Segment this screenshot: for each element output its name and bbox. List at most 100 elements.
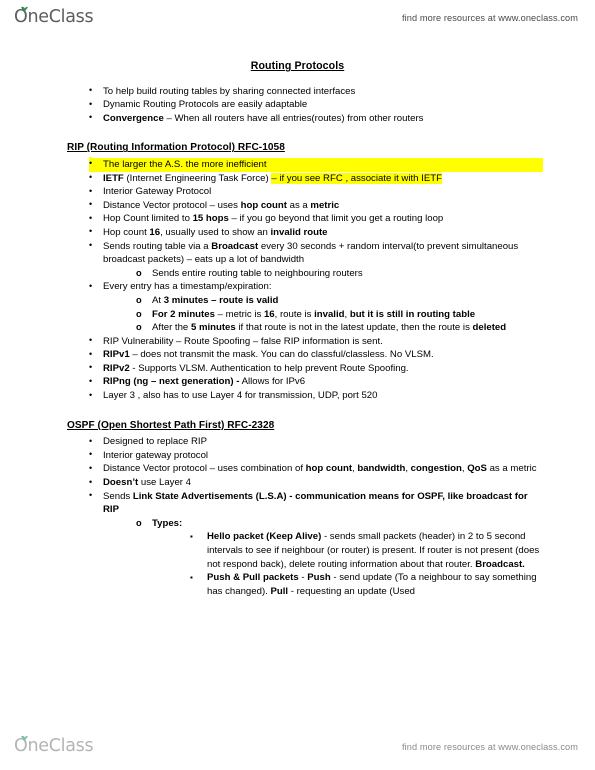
bullet-text: Distance Vector protocol – uses (103, 199, 241, 211)
page-footer: OneClass find more resources at www.onec… (0, 724, 595, 770)
bullet-term: 5 minutes (190, 322, 236, 334)
bullet-text: Every entry has a timestamp/expiration: (103, 281, 272, 293)
bullet-text: Sends entire routing table to neighbouri… (152, 267, 363, 279)
bullet-term: Types: (152, 517, 183, 529)
bullet-term: Broadcast (211, 240, 259, 252)
bullet-text: - (298, 572, 308, 584)
list-item: For 2 minutes – metric is 16, route is i… (136, 308, 543, 322)
bullet-text: – metric is (214, 308, 264, 320)
list-item: Hop count 16, usually used to show an in… (89, 225, 543, 240)
bullet-term: Broadcast. (475, 558, 525, 570)
bullet-text: - requesting an update (Used (288, 585, 416, 597)
list-item: Interior Gateway Protocol (89, 185, 543, 199)
bullet-text: The larger the A.S. the more inefficient (103, 158, 267, 170)
list-item: Hello packet (Keep Alive) - sends small … (190, 530, 542, 571)
list-item: RIPng (ng – next generation) - Allows fo… (89, 375, 543, 389)
bullet-term: hop count (305, 463, 353, 475)
list-item: Layer 3 , also has to use Layer 4 for tr… (89, 389, 543, 403)
ospf-bullet-list: Designed to replace RIP Interior gateway… (0, 435, 595, 598)
bullet-text: Hop Count limited to (103, 213, 193, 225)
bullet-term: Convergence (103, 112, 164, 124)
document-body: Routing Protocols To help build routing … (0, 60, 595, 598)
bullet-term: 3 minutes – route is valid (163, 294, 279, 306)
intro-bullet-list: To help build routing tables by sharing … (0, 84, 595, 126)
list-item: Convergence – When all routers have all … (89, 111, 543, 126)
list-item: RIPv2 - Supports VLSM. Authentication to… (89, 361, 543, 376)
bullet-term: RIPng (ng – next generation) - (103, 376, 240, 388)
oneclass-logo-footer: OneClass (14, 734, 94, 760)
list-item: After the 5 minutes if that route is not… (136, 321, 543, 335)
bullet-term: invalid (314, 308, 345, 320)
bullet-text: as a (286, 199, 311, 211)
bullet-text: (Internet Engineering Task Force) (123, 172, 272, 184)
list-item-highlighted: The larger the A.S. the more inefficient (89, 157, 543, 172)
oneclass-logo-header: OneClass (14, 5, 94, 31)
bullet-term: hop count (240, 199, 287, 211)
bullet-text: Interior Gateway Protocol (103, 186, 212, 198)
bullet-text: At (152, 294, 164, 306)
bullet-text: – does not transmit the mask. You can do… (129, 349, 434, 361)
list-item: Sends Link State Advertisements (L.S.A) … (89, 489, 543, 599)
bullet-text: Designed to replace RIP (103, 436, 207, 448)
footer-promo-text: find more resources at www.oneclass.com (402, 742, 578, 752)
bullet-term: Doesn’t (103, 477, 139, 489)
bullet-text: Sends (103, 490, 133, 502)
bullet-term: Link State Advertisements (L.S.A) - comm… (103, 490, 528, 516)
rip-bullet-list: The larger the A.S. the more inefficient… (0, 157, 595, 403)
list-item: Hop Count limited to 15 hops – if you go… (89, 212, 543, 226)
list-item: Sends entire routing table to neighbouri… (136, 267, 543, 281)
rip-timer-sublist: At 3 minutes – route is valid For 2 minu… (103, 294, 543, 335)
bullet-term: bandwidth (357, 463, 406, 475)
bullet-text: After the (152, 322, 191, 334)
bullet-text: , route is (274, 308, 315, 320)
section-heading-ospf: OSPF (Open Shortest Path First) RFC-2328 (67, 419, 275, 431)
bullet-term: invalid route (270, 226, 328, 238)
list-item: Types: Hello packet (Keep Alive) - sends… (136, 517, 543, 599)
bullet-term: IETF (103, 172, 124, 184)
list-item: Dynamic Routing Protocols are easily ada… (89, 98, 543, 112)
list-item: Sends routing table via a Broadcast ever… (89, 239, 543, 281)
bullet-text: if that route is not in the latest updat… (235, 322, 473, 334)
bullet-term: Push & Pull packets (207, 572, 299, 584)
list-item: Designed to replace RIP (89, 435, 543, 449)
bullet-text: Sends routing table via a (103, 240, 212, 252)
bullet-text: use Layer 4 (138, 477, 191, 489)
list-item: Push & Pull packets - Push - send update… (190, 571, 542, 598)
bullet-term: Push (307, 572, 331, 584)
bullet-term: RIPv2 (103, 362, 130, 374)
bullet-text: Interior gateway protocol (103, 449, 209, 461)
list-item: Interior gateway protocol (89, 448, 543, 463)
bullet-term: metric (310, 199, 340, 211)
bullet-term: deleted (472, 322, 507, 334)
list-item: Distance Vector protocol – uses hop coun… (89, 198, 543, 213)
bullet-text: as a metric (486, 463, 537, 475)
bullet-text: To help build routing tables by sharing … (103, 85, 356, 97)
section-heading-rip: RIP (Routing Information Protocol) RFC-1… (67, 142, 285, 154)
bullet-text: Hop count (103, 226, 150, 238)
list-item: Distance Vector protocol – uses combinat… (89, 462, 543, 476)
bullet-text: , usually used to show an (160, 226, 271, 238)
bullet-term: RIPv1 (103, 349, 130, 361)
list-item: Doesn’t use Layer 4 (89, 476, 543, 490)
leaf-icon (20, 735, 28, 741)
bullet-term: congestion (410, 463, 462, 475)
page-header: OneClass find more resources at www.onec… (0, 0, 595, 36)
bullet-text: – When all routers have all entries(rout… (163, 112, 424, 124)
rip-broadcast-sublist: Sends entire routing table to neighbouri… (103, 267, 543, 281)
highlighted-text: – if you see RFC , associate it with IET… (271, 172, 442, 184)
list-item: At 3 minutes – route is valid (136, 294, 543, 308)
bullet-text: RIP Vulnerability – Route Spoofing – fal… (103, 335, 383, 347)
list-item: Every entry has a timestamp/expiration: … (89, 280, 543, 334)
bullet-text: Dynamic Routing Protocols are easily ada… (103, 99, 308, 111)
bullet-term: 16 (263, 308, 275, 320)
leaf-icon (20, 6, 28, 12)
list-item: RIPv1 – does not transmit the mask. You … (89, 348, 543, 362)
bullet-text: – if you go beyond that limit you get a … (228, 213, 444, 225)
list-item: IETF (Internet Engineering Task Force) –… (89, 171, 543, 186)
bullet-text: - Supports VLSM. Authentication to help … (129, 362, 409, 374)
page-title: Routing Protocols (250, 60, 345, 72)
ospf-types-sublist: Hello packet (Keep Alive) - sends small … (152, 530, 543, 598)
bullet-term: Pull (270, 585, 289, 597)
bullet-text: Distance Vector protocol – uses combinat… (103, 463, 306, 475)
bullet-term: 16 (149, 226, 161, 238)
